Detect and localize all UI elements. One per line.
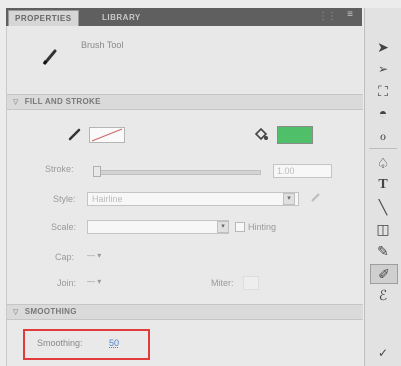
tool-name: Brush Tool: [81, 40, 124, 50]
hinting-label: Hinting: [248, 222, 277, 232]
properties-panel: Brush Tool ▽ FILL AND STROKE Stroke: 1.00…: [6, 26, 363, 366]
tab-library[interactable]: LIBRARY: [96, 10, 147, 26]
properties-window: PROPERTIES LIBRARY ⋮⋮ ≡ Brush Tool ▽ FILL…: [0, 0, 401, 366]
panel-menu-icon[interactable]: ≡: [347, 9, 354, 20]
free-transform-icon[interactable]: ⛶: [370, 82, 396, 100]
style-label: Style:: [53, 194, 76, 204]
miter-field[interactable]: [243, 276, 259, 290]
toolbar-divider: [369, 148, 397, 149]
subselection-icon[interactable]: ➢: [370, 60, 396, 78]
panel-grip-icon[interactable]: ⋮⋮: [318, 11, 337, 22]
stroke-slider-thumb[interactable]: [93, 166, 101, 177]
collapse-triangle-icon: ▽: [13, 99, 19, 106]
smoothing-highlight-box: [23, 329, 150, 360]
collapse-triangle-icon: ▽: [13, 309, 19, 316]
stroke-color-swatch[interactable]: [89, 127, 125, 143]
style-dropdown-arrow-icon[interactable]: ▾: [283, 193, 295, 205]
stroke-value-field[interactable]: 1.00: [273, 164, 332, 178]
hinting-checkbox[interactable]: [235, 222, 245, 232]
deco-icon[interactable]: ℰ: [370, 286, 396, 304]
cap-dropdown[interactable]: — ▾: [87, 251, 101, 260]
join-label: Join:: [57, 278, 77, 288]
stroke-pencil-icon: [68, 128, 81, 141]
tool-info: Brush Tool: [7, 26, 363, 92]
line-icon[interactable]: ╲: [370, 198, 396, 216]
tools-toolbar: ➤ ➢ ⛶ ◓ ℴ ♤ T ╲ ◫ ✎ ✐ ℰ ✓: [364, 8, 401, 366]
fill-color-swatch[interactable]: [277, 126, 313, 144]
scale-dropdown[interactable]: [87, 220, 229, 234]
rectangle-icon[interactable]: ◫: [370, 220, 396, 238]
smoothing-header[interactable]: ▽ SMOOTHING: [7, 304, 363, 320]
panel-tab-bar: PROPERTIES LIBRARY ⋮⋮ ≡: [6, 8, 362, 27]
pen-icon[interactable]: ♤: [370, 154, 396, 172]
tab-properties[interactable]: PROPERTIES: [8, 10, 79, 27]
lasso-icon[interactable]: ℴ: [370, 126, 396, 144]
cap-label: Cap:: [55, 252, 75, 262]
edit-stroke-style-icon[interactable]: [309, 190, 323, 204]
selection-icon[interactable]: ➤: [370, 38, 396, 56]
scale-dropdown-arrow-icon[interactable]: ▾: [217, 221, 229, 233]
stroke-label: Stroke:: [45, 164, 74, 174]
brush-icon: [42, 49, 57, 65]
no-color-slash-icon: [91, 128, 123, 142]
join-dropdown[interactable]: — ▾: [87, 277, 101, 286]
brush-icon[interactable]: ✐: [370, 264, 398, 284]
scale-label: Scale:: [51, 222, 77, 232]
paint-bucket-icon: [254, 127, 268, 141]
miter-label: Miter:: [211, 278, 234, 288]
bone-icon[interactable]: ✓: [370, 344, 396, 362]
style-dropdown[interactable]: Hairline: [87, 192, 299, 206]
text-icon[interactable]: T: [370, 176, 396, 194]
stroke-slider[interactable]: [93, 170, 261, 175]
fill-and-stroke-header[interactable]: ▽ FILL AND STROKE: [7, 94, 363, 110]
pencil-icon[interactable]: ✎: [370, 242, 396, 260]
3d-rotation-icon[interactable]: ◓: [370, 104, 396, 122]
